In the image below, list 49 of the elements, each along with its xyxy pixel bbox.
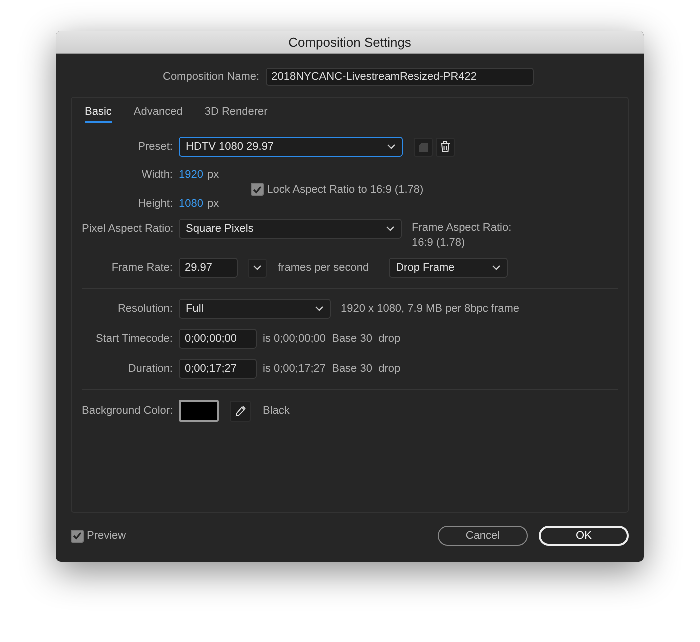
ok-button[interactable]: OK: [539, 526, 629, 546]
unit-label: frames per second: [278, 262, 370, 274]
tab[interactable]: Advanced: [134, 104, 183, 123]
timecode-info: is 0;00;17;27 Base 30 drop: [263, 363, 401, 375]
color-name: Black: [263, 405, 290, 417]
field-label: Background Color:: [82, 405, 173, 417]
field-label: Pixel Aspect Ratio:: [82, 223, 173, 235]
frame-rate-dropdown[interactable]: [248, 258, 267, 278]
dimension-value[interactable]: 1920: [179, 169, 204, 181]
frame-rate-field[interactable]: 29.97: [179, 258, 238, 278]
cancel-button[interactable]: Cancel: [438, 526, 528, 546]
field-label: Resolution:: [116, 303, 173, 315]
unit-label: px: [207, 198, 220, 210]
unit-label: px: [207, 169, 220, 181]
resolution-dropdown[interactable]: Full: [179, 299, 331, 319]
field-label: Height:: [137, 198, 173, 210]
duration-field[interactable]: 0;00;17;27: [179, 359, 257, 379]
chevron-down-icon: [315, 306, 324, 312]
dimension-value[interactable]: 1080: [179, 198, 204, 210]
chevron-down-icon: [253, 265, 262, 271]
checkbox[interactable]: [71, 530, 84, 542]
timecode-info: is 0;00;00;00 Base 30 drop: [263, 333, 401, 345]
frame-aspect-label: Frame Aspect Ratio:: [412, 222, 512, 234]
chevron-down-icon: [386, 226, 395, 232]
resolution-info: 1920 x 1080, 7.9 MB per 8bpc frame: [341, 303, 520, 315]
trash-icon: [440, 141, 451, 153]
field-label: Duration:: [127, 363, 173, 375]
field-label: Start Timecode:: [94, 333, 173, 345]
chevron-down-icon: [387, 144, 396, 150]
checkbox-label: Lock Aspect Ratio to 16:9 (1.78): [267, 184, 424, 196]
field-label: Width:: [140, 169, 173, 181]
frame-aspect-value: 16:9 (1.78): [412, 237, 466, 249]
chevron-down-icon: [492, 265, 502, 271]
field-label: Frame Rate:: [110, 262, 173, 274]
field-label: Composition Name:: [163, 71, 260, 83]
tab[interactable]: 3D Renderer: [204, 104, 268, 123]
field-label: Preset:: [137, 141, 173, 153]
start-timecode-field[interactable]: 0;00;00;00: [179, 329, 257, 349]
delete-button[interactable]: [436, 138, 455, 156]
preset-dropdown[interactable]: HDTV 1080 29.97: [179, 137, 403, 157]
checkbox-label: Preview: [87, 530, 126, 542]
tab[interactable]: Basic: [85, 104, 112, 123]
composition-name-field[interactable]: 2018NYCANC-LivestreamResized-PR422: [266, 68, 534, 86]
color-swatch[interactable]: [179, 400, 219, 422]
pixel-aspect-dropdown[interactable]: Square Pixels: [179, 219, 402, 239]
checkbox[interactable]: [251, 183, 264, 196]
eyedropper-button[interactable]: [230, 400, 251, 422]
drop-frame-dropdown[interactable]: Drop Frame: [389, 258, 508, 278]
window-title: Composition Settings: [288, 34, 412, 50]
